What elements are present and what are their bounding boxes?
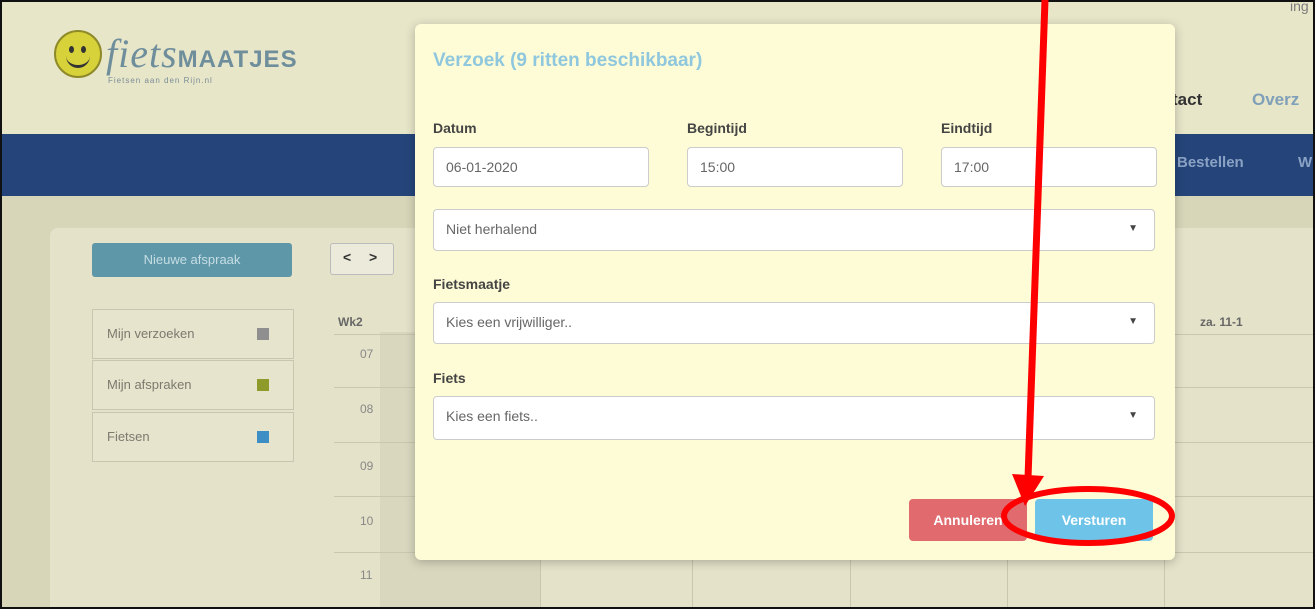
- smiley-icon: [54, 30, 102, 78]
- date-label: Datum: [433, 120, 477, 136]
- nav-link-overzicht[interactable]: Overz: [1252, 90, 1299, 110]
- week-number: Wk2: [338, 315, 363, 329]
- new-appointment-button[interactable]: Nieuwe afspraak: [92, 243, 292, 277]
- user-link[interactable]: ing: [1290, 2, 1309, 14]
- volunteer-select[interactable]: Kies een vrijwilliger.. ▼: [433, 302, 1155, 344]
- logo-text: fietsMAATJES: [106, 31, 298, 76]
- date-field[interactable]: 06-01-2020: [433, 147, 649, 187]
- legend-my-requests[interactable]: Mijn verzoeken: [92, 309, 294, 359]
- legend-swatch: [257, 328, 269, 340]
- modal-title: Verzoek (9 ritten beschikbaar): [433, 50, 703, 71]
- hour-label: 08: [360, 402, 374, 416]
- caret-down-icon: ▼: [1128, 316, 1138, 327]
- screenshot-frame: fietsMAATJES Fietsen aan den Rijn.nl ing…: [0, 0, 1315, 609]
- caret-down-icon: ▼: [1128, 223, 1138, 234]
- legend-swatch: [257, 431, 269, 443]
- hour-label: 11: [360, 568, 373, 582]
- repeat-select-value: Niet herhalend: [446, 221, 538, 237]
- end-time-field[interactable]: 17:00: [941, 147, 1157, 187]
- caret-down-icon: ▼: [1128, 410, 1138, 421]
- prev-week-button[interactable]: <: [343, 249, 351, 265]
- end-time-label: Eindtijd: [941, 120, 993, 136]
- hour-label: 09: [360, 459, 374, 473]
- logo-subtitle: Fietsen aan den Rijn.nl: [108, 76, 213, 85]
- day-header-saturday: za. 11-1: [1200, 315, 1243, 329]
- next-week-button[interactable]: >: [369, 249, 377, 265]
- nav-bestellen[interactable]: Bestellen: [1177, 154, 1244, 171]
- cancel-button[interactable]: Annuleren: [909, 499, 1027, 541]
- hour-label: 07: [360, 347, 374, 361]
- legend-swatch: [257, 379, 269, 391]
- nav-link-contact[interactable]: tact: [1172, 90, 1202, 110]
- repeat-select[interactable]: Niet herhalend ▼: [433, 209, 1155, 251]
- start-time-label: Begintijd: [687, 120, 747, 136]
- bike-select-value: Kies een fiets..: [446, 408, 538, 424]
- start-time-field[interactable]: 15:00: [687, 147, 903, 187]
- bike-label: Fiets: [433, 370, 466, 386]
- nav-w[interactable]: W: [1298, 154, 1312, 171]
- legend-bikes[interactable]: Fietsen: [92, 412, 294, 462]
- send-button[interactable]: Versturen: [1035, 499, 1153, 541]
- buddy-label: Fietsmaatje: [433, 276, 511, 292]
- week-navigation: < >: [330, 243, 394, 275]
- volunteer-select-value: Kies een vrijwilliger..: [446, 314, 573, 330]
- legend-my-appointments[interactable]: Mijn afspraken: [92, 360, 294, 410]
- site-logo[interactable]: fietsMAATJES Fietsen aan den Rijn.nl: [54, 24, 297, 88]
- hour-label: 10: [360, 514, 374, 528]
- request-modal: Verzoek (9 ritten beschikbaar) Datum Beg…: [415, 24, 1175, 560]
- bike-select[interactable]: Kies een fiets.. ▼: [433, 396, 1155, 440]
